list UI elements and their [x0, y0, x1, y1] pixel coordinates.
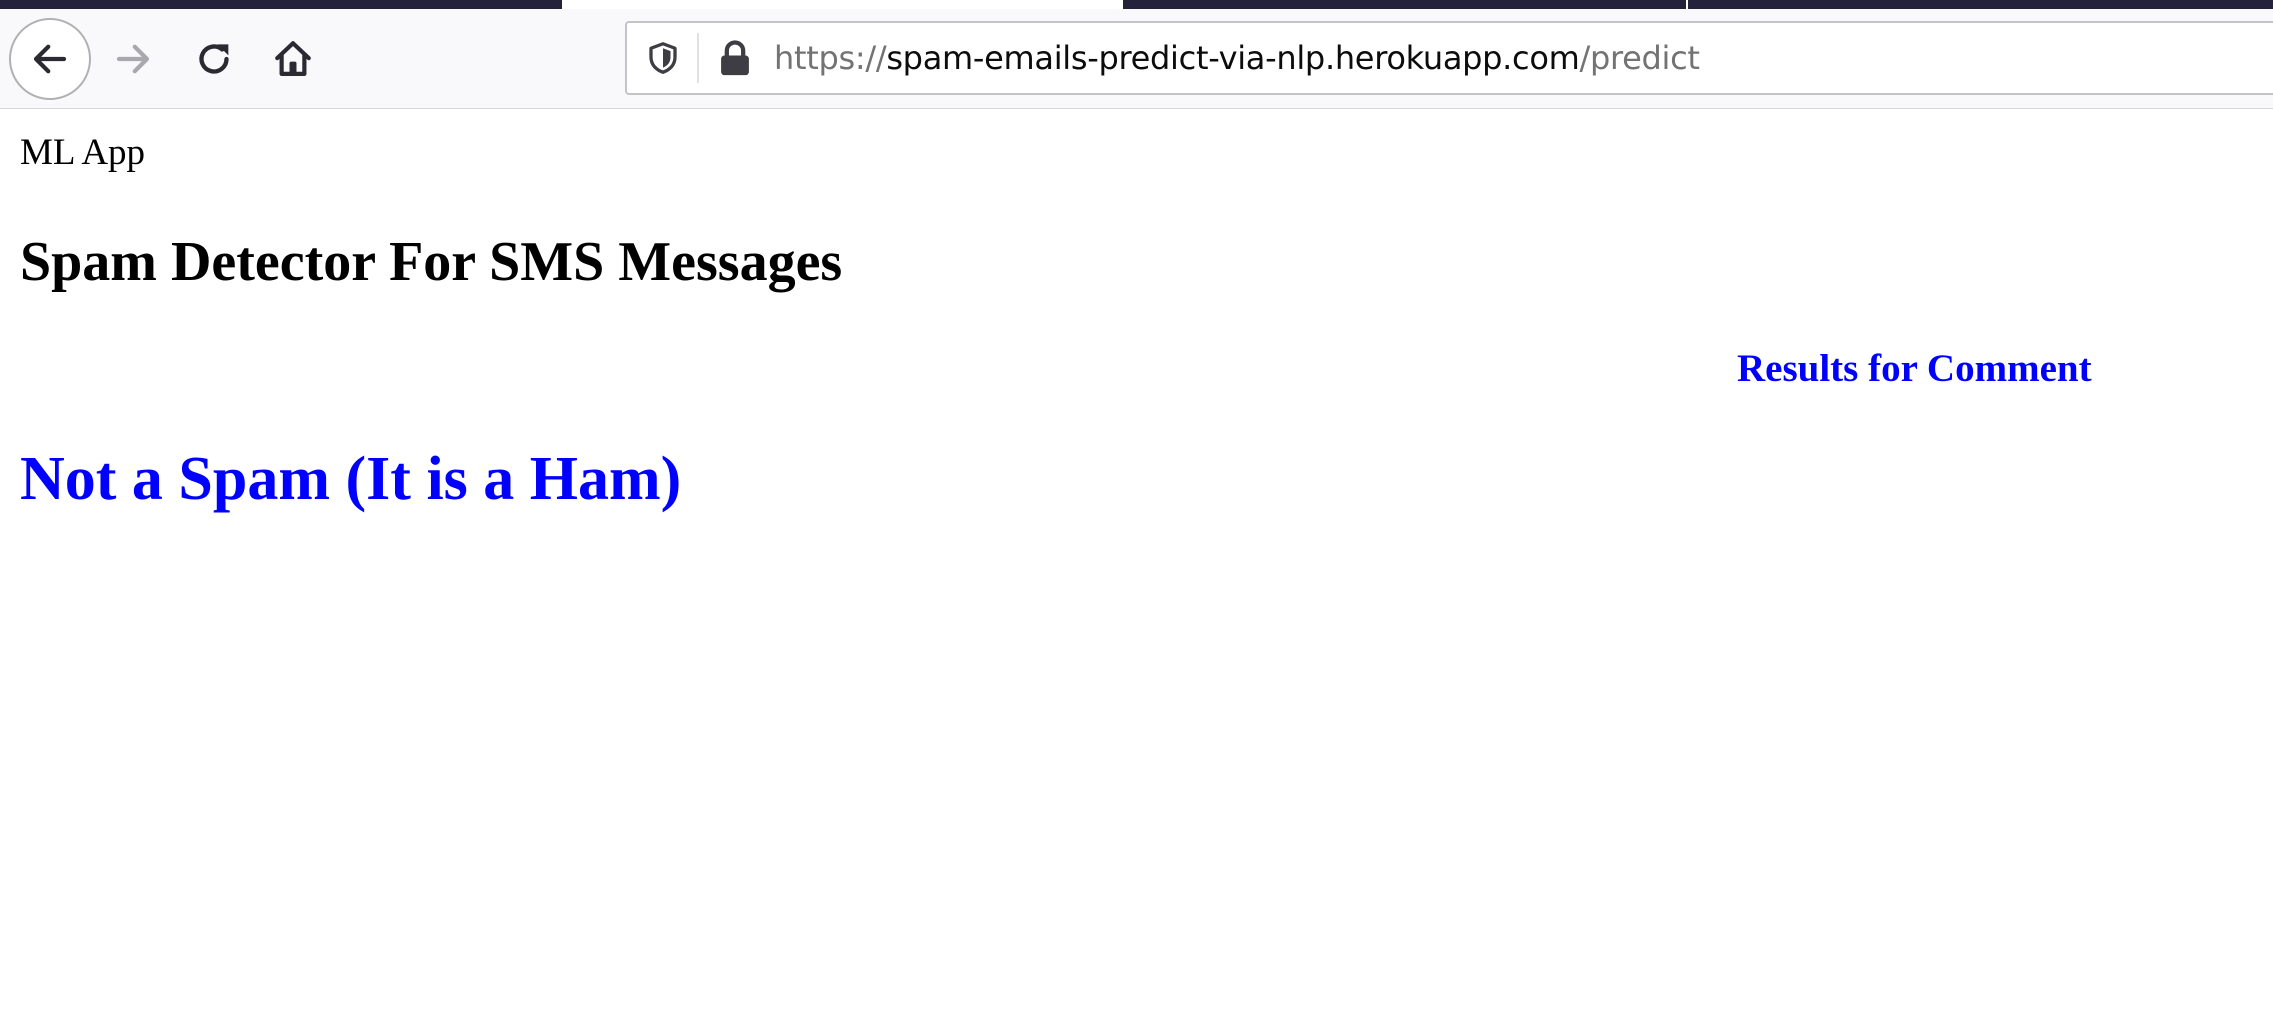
prediction-result: Not a Spam (It is a Ham): [20, 445, 682, 513]
browser-tab[interactable]: [0, 0, 562, 9]
lock-icon[interactable]: [717, 38, 753, 78]
url-text[interactable]: https://spam-emails-predict-via-nlp.hero…: [774, 23, 1700, 93]
arrow-left-icon: [33, 44, 67, 74]
home-button[interactable]: [252, 18, 334, 100]
results-heading: Results for Comment: [1737, 347, 2092, 390]
page-title: Spam Detector For SMS Messages: [20, 231, 843, 293]
forward-button[interactable]: [92, 18, 174, 100]
home-icon: [275, 41, 311, 76]
arrow-right-icon: [116, 44, 150, 74]
address-bar[interactable]: https://spam-emails-predict-via-nlp.hero…: [625, 21, 2273, 95]
url-scheme: https://: [774, 39, 887, 77]
reload-button[interactable]: [173, 18, 255, 100]
url-host: spam-emails-predict-via-nlp.herokuapp.co…: [886, 39, 1580, 77]
back-button[interactable]: [9, 18, 91, 100]
browser-tab[interactable]: [1688, 0, 2273, 9]
browser-toolbar: https://spam-emails-predict-via-nlp.hero…: [0, 9, 2273, 109]
shield-icon[interactable]: [645, 40, 681, 76]
reload-icon: [199, 44, 229, 74]
url-path: /predict: [1579, 39, 1700, 77]
browser-tab[interactable]: [1123, 0, 1686, 9]
app-name: ML App: [20, 132, 146, 173]
tab-strip: [0, 0, 2273, 9]
address-bar-separator: [697, 33, 699, 83]
